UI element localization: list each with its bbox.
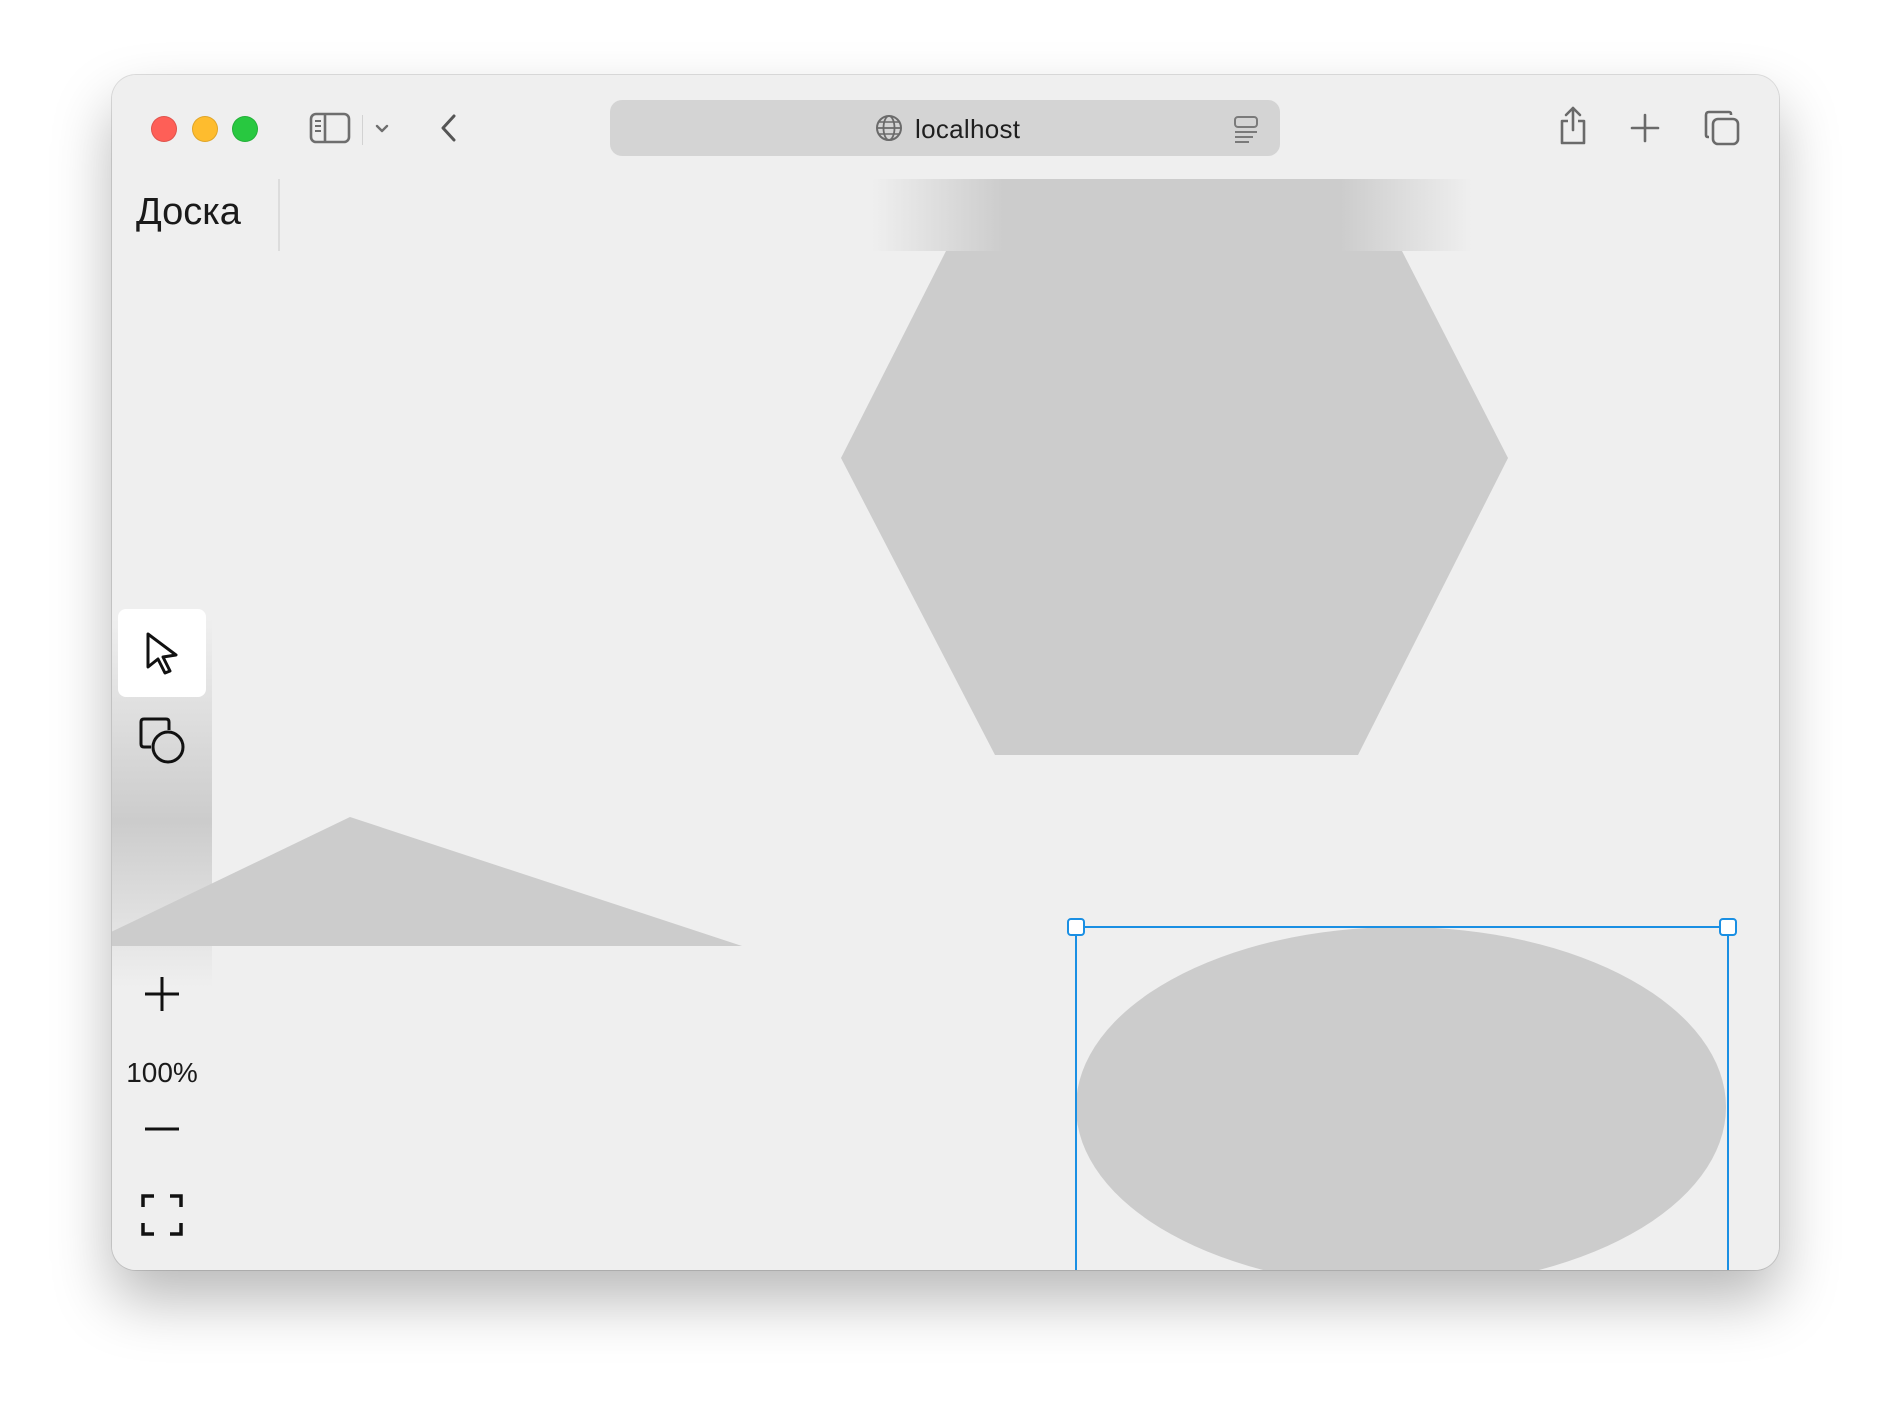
- toolbar-divider: [362, 115, 363, 145]
- board-title: Доска: [136, 191, 241, 233]
- resize-handle-top-right[interactable]: [1719, 918, 1737, 936]
- hexagon-shape[interactable]: [841, 251, 1508, 755]
- url-text: localhost: [915, 114, 1021, 144]
- shapes-layer: [112, 251, 1737, 1270]
- reader-icon[interactable]: [1232, 114, 1260, 144]
- chevron-down-icon[interactable]: [372, 119, 392, 139]
- back-icon[interactable]: [434, 111, 464, 145]
- zoom-in-button[interactable]: [118, 964, 206, 1024]
- shapes-tool-button[interactable]: [118, 697, 206, 785]
- cursor-icon: [146, 632, 178, 675]
- globe-icon: [875, 114, 903, 142]
- zoom-window-button[interactable]: [232, 116, 258, 142]
- tabs-overview-icon[interactable]: [1702, 108, 1742, 148]
- whiteboard-canvas[interactable]: Доска 100%: [112, 179, 1779, 1270]
- shapes-icon: [139, 717, 185, 764]
- fit-screen-icon: [141, 1194, 183, 1236]
- select-tool-button[interactable]: [118, 609, 206, 697]
- plus-icon[interactable]: [1628, 111, 1662, 145]
- sidebar-icon[interactable]: [308, 111, 352, 145]
- minimize-window-button[interactable]: [192, 116, 218, 142]
- share-icon[interactable]: [1555, 103, 1591, 147]
- close-window-button[interactable]: [151, 116, 177, 142]
- ellipse-shape[interactable]: [1076, 927, 1726, 1270]
- browser-window: localhost Доска 100%: [112, 75, 1779, 1270]
- title-divider: [278, 179, 280, 251]
- zoom-out-button[interactable]: [118, 1099, 206, 1159]
- fit-screen-button[interactable]: [118, 1179, 206, 1251]
- address-bar[interactable]: localhost: [610, 100, 1280, 156]
- resize-handle-top-left[interactable]: [1067, 918, 1085, 936]
- minus-icon: [145, 1127, 179, 1131]
- zoom-level: 100%: [126, 1057, 198, 1088]
- plus-icon: [145, 977, 179, 1011]
- browser-toolbar: localhost: [112, 75, 1779, 179]
